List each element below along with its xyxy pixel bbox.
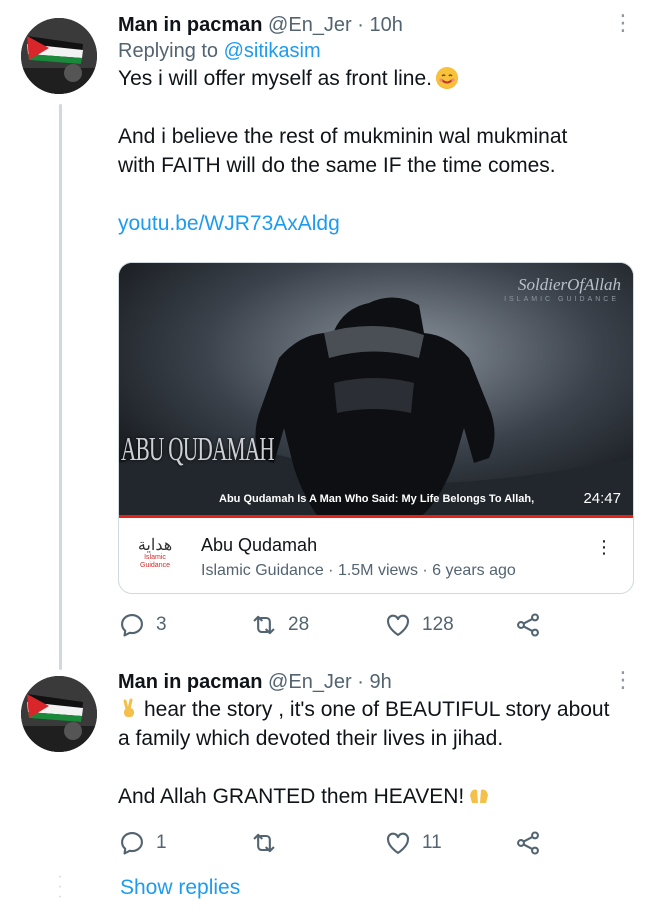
more-icon[interactable]: ⋮ — [612, 669, 634, 691]
tweet-text-line: And Allah GRANTED them HEAVEN! — [118, 785, 465, 808]
video-caption: Abu Qudamah Is A Man Who Said: My Life B… — [219, 493, 535, 505]
channel-logo-text: Islamic — [144, 554, 166, 561]
tweet-link[interactable]: youtu.be/WJR73AxAldg — [118, 209, 632, 238]
video-title[interactable]: Abu Qudamah — [201, 535, 317, 556]
victory-hand-icon — [118, 698, 140, 720]
retweet-icon — [253, 615, 275, 635]
retweet-button[interactable] — [250, 828, 288, 858]
display-name[interactable]: Man in pacman — [118, 671, 262, 693]
progress-bar — [119, 515, 633, 518]
retweet-button[interactable]: 28 — [250, 610, 309, 640]
like-button[interactable]: 11 — [384, 828, 442, 858]
reply-count: 3 — [156, 614, 167, 635]
reply-button[interactable]: 1 — [118, 828, 167, 858]
reply-button[interactable]: 3 — [118, 610, 167, 640]
tweet-text-line: with FAITH will do the same IF the time … — [118, 154, 556, 177]
retweet-icon — [253, 833, 275, 853]
thread-line — [59, 104, 62, 670]
share-button[interactable] — [514, 828, 542, 858]
like-count: 11 — [422, 832, 442, 853]
video-thumbnail[interactable]: ABU QUDAMAH SoldierOfAllah ISLAMIC GUIDA… — [119, 263, 633, 518]
tweet-text: Yes i will offer myself as front line. A… — [118, 64, 632, 238]
tweet-actions: 1 11 — [118, 828, 638, 858]
channel-logo-text: Guidance — [140, 562, 170, 569]
video-duration: 24:47 — [583, 490, 621, 507]
reply-icon — [121, 832, 143, 855]
channel-logo: هداية Islamic Guidance — [131, 536, 179, 580]
share-button[interactable] — [514, 610, 542, 640]
timestamp[interactable]: · 10h — [357, 14, 403, 36]
replying-to-label: Replying to — [118, 40, 219, 62]
like-count: 128 — [422, 614, 454, 635]
tweet-text-line: Yes i will offer myself as front line. — [118, 67, 432, 90]
timestamp[interactable]: · 9h — [357, 671, 391, 693]
avatar[interactable] — [21, 18, 97, 94]
video-channel-info: Islamic Guidance · 1.5M views · 6 years … — [201, 562, 516, 579]
tweet-text: hear the story , it's one of BEAUTIFUL s… — [118, 695, 632, 811]
watermark: SoldierOfAllah — [518, 275, 621, 294]
like-button[interactable]: 128 — [384, 610, 454, 640]
video-card[interactable]: ABU QUDAMAH SoldierOfAllah ISLAMIC GUIDA… — [118, 262, 634, 594]
tweet-header: Man in pacman @En_Jer · 9h — [118, 669, 632, 695]
user-handle[interactable]: @En_Jer — [268, 671, 352, 693]
show-replies-link[interactable]: Show replies — [120, 876, 240, 900]
tweet: Man in pacman @En_Jer · 9h ⋮ hear the st… — [118, 669, 634, 811]
tweet-actions: 3 28 128 — [118, 610, 638, 640]
retweet-count: 28 — [288, 614, 310, 635]
like-icon — [387, 614, 409, 636]
video-overlay-text: ABU QUDAMAH — [121, 431, 275, 468]
card-more-icon[interactable]: ⋮ — [595, 538, 613, 556]
share-icon — [517, 831, 539, 855]
smiling-face-icon — [435, 67, 458, 89]
more-icon[interactable]: ⋮ — [612, 12, 634, 34]
thread-dots: · · · — [57, 868, 63, 905]
display-name[interactable]: Man in pacman — [118, 14, 262, 36]
like-icon — [387, 832, 409, 854]
reply-count: 1 — [156, 832, 167, 853]
share-icon — [517, 613, 539, 637]
tweet: Man in pacman @En_Jer · 10h ⋮ Replying t… — [118, 12, 634, 238]
watermark-subtitle: ISLAMIC GUIDANCE — [504, 296, 619, 303]
tweet-header: Man in pacman @En_Jer · 10h — [118, 12, 632, 38]
user-handle[interactable]: @En_Jer — [268, 14, 352, 36]
card-meta: هداية Islamic Guidance Abu Qudamah Islam… — [119, 520, 633, 593]
avatar[interactable] — [21, 676, 97, 752]
raising-hands-icon — [468, 785, 490, 807]
tweet-text-line: And i believe the rest of mukminin wal m… — [118, 125, 568, 148]
replying-to: Replying to @sitikasim — [118, 38, 632, 64]
tweet-text-line: a family which devoted their lives in ji… — [118, 727, 504, 750]
tweet-text-line: hear the story , it's one of BEAUTIFUL s… — [144, 698, 610, 721]
channel-logo-arabic: هداية — [137, 535, 173, 554]
replying-to-handle[interactable]: @sitikasim — [224, 40, 321, 62]
reply-icon — [121, 614, 143, 637]
